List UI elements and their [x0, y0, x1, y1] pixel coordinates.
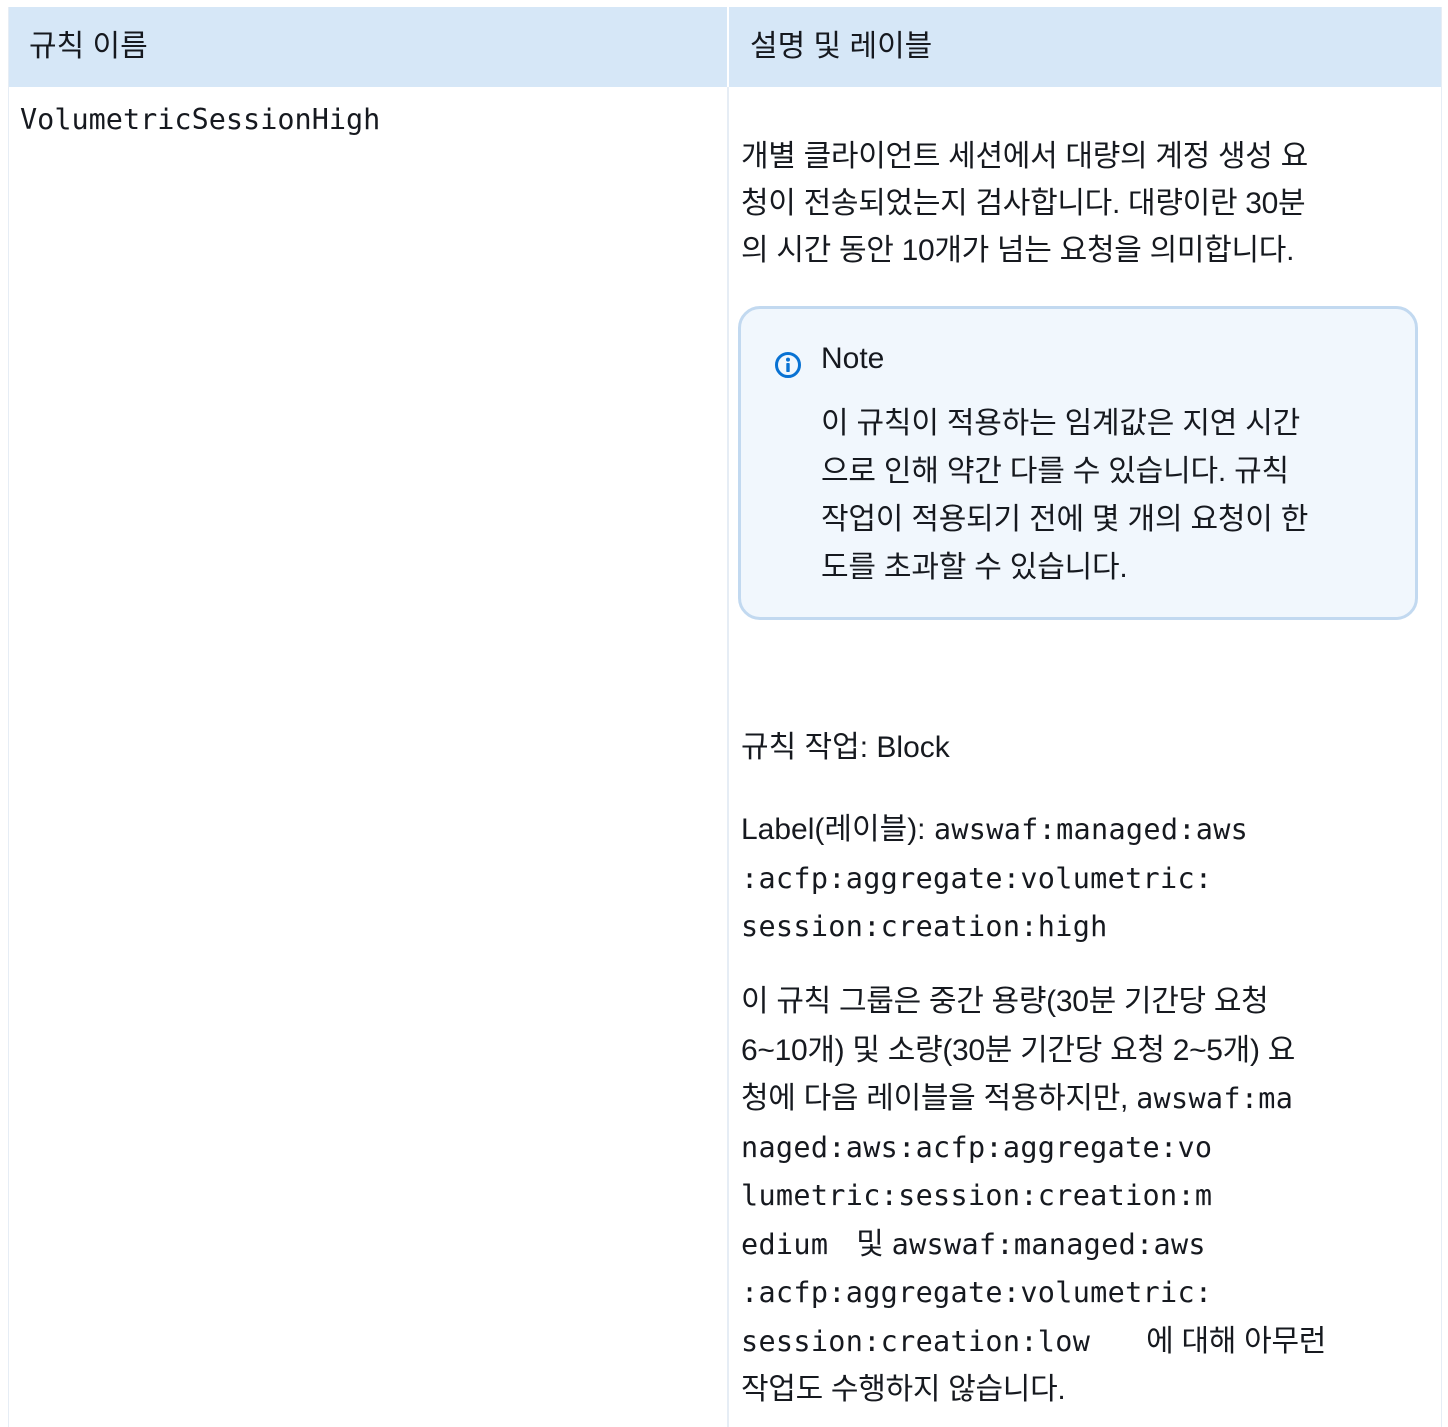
note-line: 으로 인해 약간 다를 수 있습니다. 규칙	[821, 455, 1289, 488]
label-code: :acfp:aggregate:volumetric:	[741, 861, 1213, 895]
label-prefix: Label(레이블):	[741, 813, 934, 846]
note-title: Note	[821, 342, 885, 375]
label-code-low: session:creation:low	[741, 1324, 1091, 1358]
rule-action: 규칙 작업: Block	[741, 731, 950, 764]
label-code-low: awswaf:managed:aws	[891, 1227, 1206, 1261]
column-header-description: 설명 및 레이블	[750, 30, 933, 63]
conjunction-text: 및	[856, 1227, 892, 1261]
group-note-line: 작업도 수행하지 않습니다.	[741, 1373, 1066, 1406]
group-note-text: 에 대해 아무런	[1146, 1324, 1327, 1358]
note-callout: Note 이 규칙이 적용하는 임계값은 지연 시간 으로 인해 약간 다를 수…	[738, 306, 1418, 620]
group-note-line: 청에 다음 레이블을 적용하지만, awswaf:ma	[741, 1075, 1409, 1124]
label-line: Label(레이블): awswaf:managed:aws	[741, 806, 1409, 855]
description-line: 청이 전송되었는지 검사합니다. 대량이란 30분	[741, 187, 1306, 220]
rule-description: 개별 클라이언트 세션에서 대량의 계정 생성 요 청이 전송되었는지 검사합니…	[741, 133, 1409, 274]
column-divider	[727, 7, 729, 1427]
group-note-line: 이 규칙 그룹은 중간 용량(30분 기간당 요청	[741, 985, 1269, 1018]
column-header-rule-name: 규칙 이름	[29, 30, 148, 63]
table-header-row: 규칙 이름 설명 및 레이블	[9, 7, 1441, 87]
note-line: 도를 초과할 수 있습니다.	[821, 551, 1128, 584]
note-body: 이 규칙이 적용하는 임계값은 지연 시간 으로 인해 약간 다를 수 있습니다…	[821, 400, 1391, 592]
info-circle-icon	[775, 352, 801, 378]
group-label-note: 이 규칙 그룹은 중간 용량(30분 기간당 요청 6~10개) 및 소량(30…	[741, 978, 1409, 1415]
label-code-medium: lumetric:session:creation:m	[741, 1179, 1213, 1212]
note-line: 작업이 적용되기 전에 몇 개의 요청이 한	[821, 503, 1309, 536]
group-note-line: 6~10개) 및 소량(30분 기간당 요청 2~5개) 요	[741, 1033, 1296, 1067]
label-code-medium: awswaf:ma	[1136, 1082, 1294, 1115]
group-note-line: edium 및 awswaf:managed:aws	[741, 1221, 1409, 1270]
label-code: awswaf:managed:aws	[933, 813, 1249, 846]
description-line: 개별 클라이언트 세션에서 대량의 계정 생성 요	[741, 140, 1308, 173]
rule-label: Label(레이블): awswaf:managed:aws :acfp:agg…	[741, 806, 1409, 952]
rule-name-cell: VolumetricSessionHigh	[20, 103, 381, 136]
group-note-text: 청에 다음 레이블을 적용하지만,	[741, 1082, 1137, 1115]
label-code: session:creation:high	[741, 910, 1108, 943]
header-column-divider	[727, 7, 729, 87]
description-line: 의 시간 동안 10개가 넘는 요청을 의미합니다.	[741, 234, 1295, 267]
note-line: 이 규칙이 적용하는 임계값은 지연 시간	[821, 407, 1301, 440]
label-code-low: :acfp:aggregate:volumetric:	[741, 1276, 1213, 1309]
label-code-medium: naged:aws:acfp:aggregate:vo	[741, 1130, 1213, 1164]
group-note-line: session:creation:low 에 대해 아무런	[741, 1318, 1409, 1367]
label-code-medium: edium	[741, 1227, 829, 1261]
